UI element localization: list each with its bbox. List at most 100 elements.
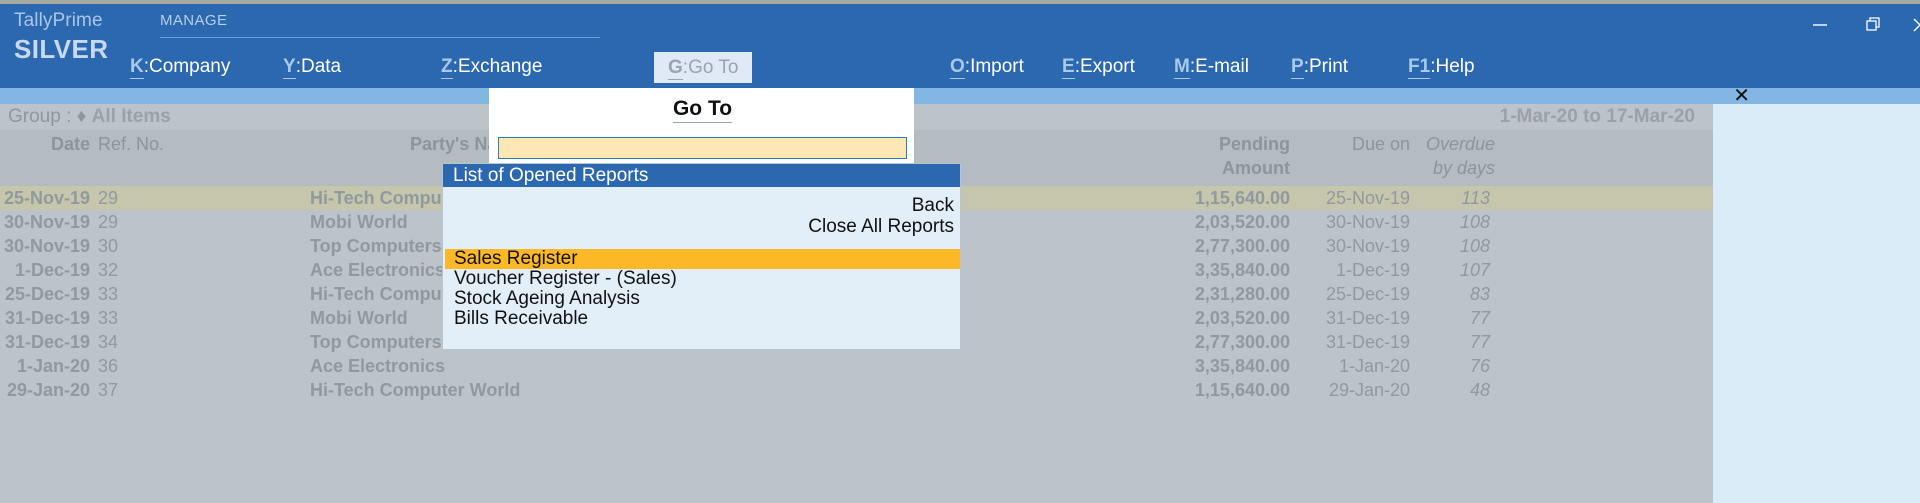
menu-item-label: Company [149,56,230,77]
menu-item-label: Export [1080,56,1135,77]
menu-item-label: E-mail [1195,56,1249,77]
opened-reports-panel: List of Opened Reports BackClose All Rep… [442,163,961,350]
col-header-by-days: by days [1410,158,1495,179]
menu-item-data[interactable]: Y:Data [283,52,341,82]
menu-item-label: Help [1435,56,1474,77]
main-menu-bar: K:Company Y:Data Z:Exchange G:Go To O:Import… [0,52,1920,88]
menu-shortcut-key: Y [283,56,296,79]
table-row[interactable]: 29-Jan-2037Hi-Tech Computer World1,15,64… [0,378,1713,402]
menu-item-label: Exchange [458,56,543,77]
manage-divider [160,37,600,38]
cell-due-on: 30-Nov-19 [1300,234,1410,258]
opened-reports-list: Sales RegisterVoucher Register - (Sales)… [445,249,960,329]
brand-name: TallyPrime [14,8,144,34]
cell-ref-no: 33 [98,306,158,330]
opened-reports-header: List of Opened Reports [443,164,960,187]
cell-overdue-days: 107 [1420,258,1490,282]
company-name: Max Electronics [0,88,1920,104]
cell-party-name: Hi-Tech Computer World [310,378,640,402]
report-group-filter: Group : ♦ All Items [8,106,171,128]
menu-item-e-mail[interactable]: M:E-mail [1174,52,1249,82]
cell-date: 30-Nov-19 [0,210,90,234]
cell-pending-amount: 2,31,280.00 [1130,282,1290,306]
minimize-button[interactable] [1798,8,1842,42]
cell-overdue-days: 77 [1420,306,1490,330]
opened-report-item[interactable]: Voucher Register - (Sales) [445,269,960,289]
cell-due-on: 1-Jan-20 [1300,354,1410,378]
cell-overdue-days: 113 [1420,186,1490,210]
cell-ref-no: 34 [98,330,158,354]
cell-ref-no: 36 [98,354,158,378]
group-bullet-icon: ♦ [77,106,87,127]
company-bar: Max Electronics ✕ [0,88,1920,104]
cell-ref-no: 29 [98,210,158,234]
opened-reports-action-back[interactable]: Back [443,195,954,216]
menu-shortcut-key: M [1174,56,1190,79]
cell-overdue-days: 83 [1420,282,1490,306]
menu-shortcut-key: O [950,56,965,79]
cell-date: 25-Nov-19 [0,186,90,210]
menu-item-company[interactable]: K:Company [130,52,230,82]
opened-report-item[interactable]: Sales Register [445,249,960,269]
cell-pending-amount: 3,35,840.00 [1130,354,1290,378]
menu-shortcut-key: Z [441,56,453,79]
manage-section: MANAGE [160,12,600,38]
cell-pending-amount: 3,35,840.00 [1130,258,1290,282]
menu-item-import[interactable]: O:Import [950,52,1024,82]
cell-pending-amount: 1,15,640.00 [1130,186,1290,210]
cell-party-name: Ace Electronics [310,354,640,378]
cell-due-on: 1-Dec-19 [1300,258,1410,282]
menu-item-print[interactable]: P:Print [1291,52,1348,82]
goto-dialog-title: Go To [490,97,915,121]
cell-date: 1-Jan-20 [0,354,90,378]
cell-pending-amount: 1,15,640.00 [1130,378,1290,402]
goto-title-text: Go To [673,97,732,123]
col-header-amount: Amount [1130,158,1290,179]
cell-date: 1-Dec-19 [0,258,90,282]
cell-due-on: 31-Dec-19 [1300,306,1410,330]
cell-pending-amount: 2,77,300.00 [1130,330,1290,354]
menu-item-export[interactable]: E:Export [1062,52,1135,82]
opened-report-item[interactable]: Stock Ageing Analysis [445,289,960,309]
menu-shortcut-key: F1 [1408,56,1430,79]
col-header-due-on: Due on [1290,134,1410,155]
col-header-pending: Pending [1130,134,1290,155]
opened-reports-actions: BackClose All Reports [443,195,954,237]
cell-due-on: 29-Jan-20 [1300,378,1410,402]
cell-pending-amount: 2,03,520.00 [1130,210,1290,234]
cell-date: 31-Dec-19 [0,306,90,330]
cell-pending-amount: 2,03,520.00 [1130,306,1290,330]
report-right-gutter [1713,104,1920,503]
restore-button[interactable] [1852,8,1896,42]
menu-shortcut-key: P [1291,56,1304,79]
opened-reports-action-close-all-reports[interactable]: Close All Reports [443,216,954,237]
cell-date: 30-Nov-19 [0,234,90,258]
menu-item-label: Data [301,56,341,77]
cell-due-on: 25-Nov-19 [1300,186,1410,210]
menu-item-go-to[interactable]: G:Go To [654,52,752,83]
menu-item-help[interactable]: F1:Help [1408,52,1475,82]
cell-overdue-days: 48 [1420,378,1490,402]
menu-item-exchange[interactable]: Z:Exchange [441,52,542,82]
cell-due-on: 25-Dec-19 [1300,282,1410,306]
menu-shortcut-key: E [1062,56,1075,79]
cell-overdue-days: 76 [1420,354,1490,378]
close-button[interactable] [1906,8,1920,42]
menu-shortcut-key: G [668,57,683,80]
cell-overdue-days: 108 [1420,234,1490,258]
cell-ref-no: 33 [98,282,158,306]
manage-label: MANAGE [160,12,600,29]
col-header-overdue: Overdue [1420,134,1495,155]
menu-shortcut-key: K [130,56,144,79]
cell-pending-amount: 2,77,300.00 [1130,234,1290,258]
app-header: TallyPrime SILVER MANAGE K:CompanyY:Data… [0,4,1920,88]
menu-item-label: Import [970,56,1024,77]
opened-report-item[interactable]: Bills Receivable [445,309,960,329]
cell-due-on: 31-Dec-19 [1300,330,1410,354]
menu-item-label: Go To [688,57,738,78]
cell-ref-no: 32 [98,258,158,282]
cell-due-on: 30-Nov-19 [1300,210,1410,234]
table-row[interactable]: 1-Jan-20 36 Ace Electronics 3,35,840.00 1-Ja… [0,354,1713,378]
goto-search-input[interactable] [498,137,907,159]
group-value: All Items [92,106,171,127]
